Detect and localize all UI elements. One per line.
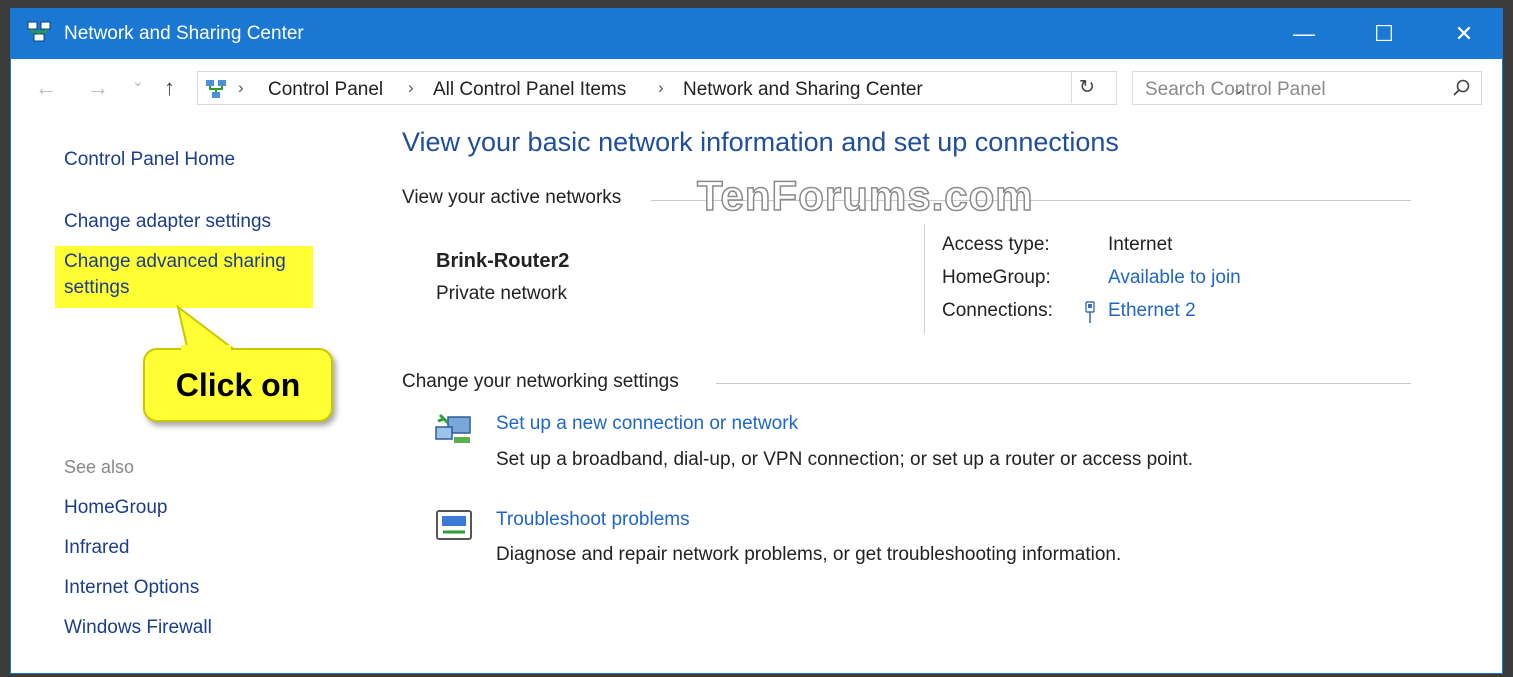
- callout-text: Click on: [175, 366, 301, 403]
- setup-new-connection-description: Set up a broadband, dial-up, or VPN conn…: [496, 449, 1194, 470]
- troubleshoot-problems-description: Diagnose and repair network problems, or…: [496, 544, 1122, 565]
- search-icon[interactable]: [1451, 78, 1471, 98]
- network-info-divider: [924, 224, 925, 334]
- network-icon: [206, 80, 226, 98]
- setup-new-connection-link[interactable]: Set up a new connection or network: [496, 413, 798, 435]
- homegroup-available-link[interactable]: Available to join: [1108, 267, 1241, 289]
- troubleshoot-icon: [436, 510, 472, 540]
- access-type-value: Internet: [1108, 234, 1173, 255]
- minimize-button[interactable]: —: [1264, 9, 1344, 59]
- search-placeholder: Search Control Panel: [1145, 79, 1326, 100]
- ethernet-icon: [1085, 301, 1095, 323]
- change-advanced-sharing-link[interactable]: Change advanced sharing: [64, 251, 286, 273]
- homegroup-label: HomeGroup:: [942, 267, 1051, 288]
- address-row: ← → ⌄ ↑ › Control Panel › All Control Pa…: [11, 69, 1502, 109]
- breadcrumb-separator: ›: [658, 78, 664, 97]
- network-sharing-center-window: Network and Sharing Center — ☐ ✕ ← → ⌄ ↑…: [10, 8, 1503, 674]
- see-also-windows-firewall-link[interactable]: Windows Firewall: [64, 617, 212, 639]
- breadcrumb-control-panel[interactable]: Control Panel: [268, 79, 383, 101]
- see-also-heading: See also: [64, 457, 135, 477]
- change-settings-label: Change your networking settings: [402, 371, 687, 393]
- connections-label: Connections:: [942, 300, 1053, 321]
- refresh-button[interactable]: ↻: [1071, 71, 1102, 103]
- change-settings-divider: [716, 383, 1411, 384]
- network-name: Brink-Router2: [436, 250, 570, 272]
- window-title: Network and Sharing Center: [64, 23, 304, 44]
- new-connection-icon: [435, 413, 471, 443]
- maximize-button[interactable]: ☐: [1344, 9, 1424, 59]
- troubleshoot-problems-link[interactable]: Troubleshoot problems: [496, 509, 690, 531]
- address-bar[interactable]: › Control Panel › All Control Panel Item…: [197, 71, 1245, 105]
- see-also-internet-options-link[interactable]: Internet Options: [64, 577, 199, 599]
- title-bar: Network and Sharing Center — ☐ ✕: [11, 9, 1502, 59]
- breadcrumb-separator: ›: [408, 78, 414, 97]
- change-adapter-settings-link[interactable]: Change adapter settings: [64, 211, 271, 233]
- network-type: Private network: [436, 283, 567, 304]
- page-title: View your basic network information and …: [402, 127, 1119, 157]
- see-also-infrared-link[interactable]: Infrared: [64, 537, 129, 559]
- recent-locations-chevron-icon[interactable]: ⌄: [132, 73, 144, 90]
- close-button[interactable]: ✕: [1424, 9, 1502, 59]
- tenforums-watermark: TenForums.com: [696, 171, 1034, 220]
- see-also-homegroup-link[interactable]: HomeGroup: [64, 497, 168, 519]
- click-on-callout: Click on: [143, 348, 333, 422]
- access-type-label: Access type:: [942, 234, 1050, 255]
- control-panel-home-link[interactable]: Control Panel Home: [64, 149, 235, 171]
- back-button[interactable]: ←: [35, 75, 57, 101]
- callout-pointer-joint: [181, 345, 231, 353]
- breadcrumb-separator: ›: [238, 78, 244, 97]
- active-networks-label: View your active networks: [402, 187, 630, 209]
- forward-button[interactable]: →: [87, 75, 109, 101]
- search-input[interactable]: Search Control Panel: [1132, 71, 1482, 105]
- breadcrumb-all-items[interactable]: All Control Panel Items: [433, 79, 626, 101]
- ethernet-2-link[interactable]: Ethernet 2: [1108, 300, 1196, 322]
- breadcrumb-network-sharing[interactable]: Network and Sharing Center: [683, 79, 923, 101]
- network-app-icon: [27, 21, 51, 42]
- up-button[interactable]: ↑: [164, 75, 175, 101]
- change-advanced-sharing-link-line2[interactable]: settings: [64, 277, 129, 299]
